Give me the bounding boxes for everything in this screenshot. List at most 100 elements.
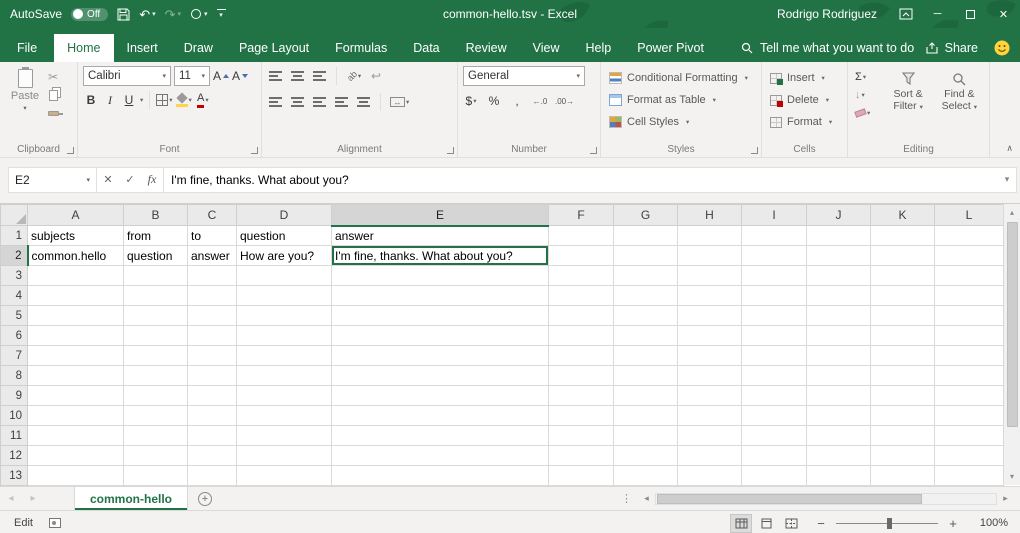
cell-K13[interactable] [871, 466, 935, 486]
cell-G13[interactable] [614, 466, 678, 486]
cell-D3[interactable] [237, 266, 332, 286]
cell-A7[interactable] [28, 346, 124, 366]
formula-input[interactable]: I'm fine, thanks. What about you? [163, 168, 998, 192]
cell-F4[interactable] [549, 286, 614, 306]
cell-E1[interactable]: answer [332, 226, 549, 246]
cell-A1[interactable]: subjects [28, 226, 124, 246]
cell-A13[interactable] [28, 466, 124, 486]
cell-G1[interactable] [614, 226, 678, 246]
cell-L12[interactable] [935, 446, 1004, 466]
font-size-select[interactable]: 11 ▾ [174, 66, 210, 86]
clear-button[interactable]: ▾ [853, 105, 881, 121]
number-dialog-launcher-icon[interactable] [590, 147, 597, 154]
insert-cells-button[interactable]: Insert ▾ [767, 68, 842, 88]
number-format-select[interactable]: General ▾ [463, 66, 585, 86]
cell-F3[interactable] [549, 266, 614, 286]
format-painter-button[interactable] [45, 106, 61, 120]
find-select-button[interactable]: Find & Select ▾ [935, 66, 984, 141]
cell-G8[interactable] [614, 366, 678, 386]
minimize-button[interactable]: ─ [921, 0, 954, 28]
cell-A2[interactable]: common.hello [28, 246, 124, 266]
cell-I10[interactable] [742, 406, 807, 426]
cell-F7[interactable] [549, 346, 614, 366]
format-as-table-button[interactable]: Format as Table ▾ [606, 90, 756, 110]
cell-J10[interactable] [807, 406, 871, 426]
cell-J1[interactable] [807, 226, 871, 246]
cell-E5[interactable] [332, 306, 549, 326]
fill-color-button[interactable]: ▾ [176, 90, 192, 110]
page-layout-view-button[interactable] [755, 514, 777, 533]
row-header-8[interactable]: 8 [1, 366, 28, 386]
align-left-button[interactable] [267, 92, 283, 112]
middle-align-button[interactable] [289, 66, 305, 86]
cell-H9[interactable] [678, 386, 742, 406]
grow-font-button[interactable]: A [213, 66, 229, 86]
tab-power-pivot[interactable]: Power Pivot [624, 34, 717, 62]
wrap-text-button[interactable]: ↩ [368, 66, 384, 86]
cell-J2[interactable] [807, 246, 871, 266]
hscroll-left-icon[interactable]: ◂ [638, 493, 655, 504]
cell-H5[interactable] [678, 306, 742, 326]
cell-C9[interactable] [188, 386, 237, 406]
cell-J6[interactable] [807, 326, 871, 346]
increase-decimal-button[interactable]: ←.0 [532, 91, 548, 111]
cell-A8[interactable] [28, 366, 124, 386]
cell-L7[interactable] [935, 346, 1004, 366]
cell-styles-button[interactable]: Cell Styles ▾ [606, 112, 756, 132]
cell-A4[interactable] [28, 286, 124, 306]
orientation-button[interactable]: ab▾ [346, 66, 362, 86]
row-header-6[interactable]: 6 [1, 326, 28, 346]
cell-B11[interactable] [124, 426, 188, 446]
cell-J12[interactable] [807, 446, 871, 466]
cell-H3[interactable] [678, 266, 742, 286]
tab-data[interactable]: Data [400, 34, 452, 62]
cell-F9[interactable] [549, 386, 614, 406]
row-header-2[interactable]: 2 [1, 246, 28, 266]
cell-J5[interactable] [807, 306, 871, 326]
ribbon-display-options-icon[interactable] [891, 0, 921, 28]
decrease-indent-button[interactable] [333, 92, 349, 112]
zoom-slider[interactable] [836, 523, 938, 524]
zoom-slider-thumb[interactable] [887, 518, 892, 529]
collapse-ribbon-icon[interactable]: ∧ [1006, 143, 1013, 154]
cell-F1[interactable] [549, 226, 614, 246]
cell-I5[interactable] [742, 306, 807, 326]
cell-K5[interactable] [871, 306, 935, 326]
fill-button[interactable]: ↓▾ [853, 87, 881, 103]
cell-K6[interactable] [871, 326, 935, 346]
scroll-up-icon[interactable]: ▴ [1004, 204, 1020, 221]
cell-A5[interactable] [28, 306, 124, 326]
cell-C5[interactable] [188, 306, 237, 326]
cell-C4[interactable] [188, 286, 237, 306]
cell-D10[interactable] [237, 406, 332, 426]
enter-icon[interactable]: ✓ [119, 168, 141, 192]
row-header-7[interactable]: 7 [1, 346, 28, 366]
paste-button[interactable]: Paste ▾ [5, 66, 45, 141]
conditional-formatting-button[interactable]: Conditional Formatting ▾ [606, 68, 756, 88]
column-header-B[interactable]: B [124, 205, 188, 226]
row-header-10[interactable]: 10 [1, 406, 28, 426]
cell-D12[interactable] [237, 446, 332, 466]
cell-K12[interactable] [871, 446, 935, 466]
cell-F12[interactable] [549, 446, 614, 466]
column-header-H[interactable]: H [678, 205, 742, 226]
percent-button[interactable]: % [486, 91, 502, 111]
column-header-G[interactable]: G [614, 205, 678, 226]
tab-home[interactable]: Home [54, 34, 113, 62]
cell-I9[interactable] [742, 386, 807, 406]
cell-B7[interactable] [124, 346, 188, 366]
undo-icon[interactable]: ↶ ▾ [139, 8, 155, 21]
cell-F2[interactable] [549, 246, 614, 266]
cell-I7[interactable] [742, 346, 807, 366]
cell-E6[interactable] [332, 326, 549, 346]
delete-cells-button[interactable]: Delete ▾ [767, 90, 842, 110]
cell-I3[interactable] [742, 266, 807, 286]
cell-C10[interactable] [188, 406, 237, 426]
sheet-nav-right-icon[interactable]: ▸ [22, 487, 44, 510]
format-cells-button[interactable]: Format ▾ [767, 112, 842, 132]
column-header-D[interactable]: D [237, 205, 332, 226]
cell-F11[interactable] [549, 426, 614, 446]
cell-A6[interactable] [28, 326, 124, 346]
row-header-9[interactable]: 9 [1, 386, 28, 406]
cell-L5[interactable] [935, 306, 1004, 326]
